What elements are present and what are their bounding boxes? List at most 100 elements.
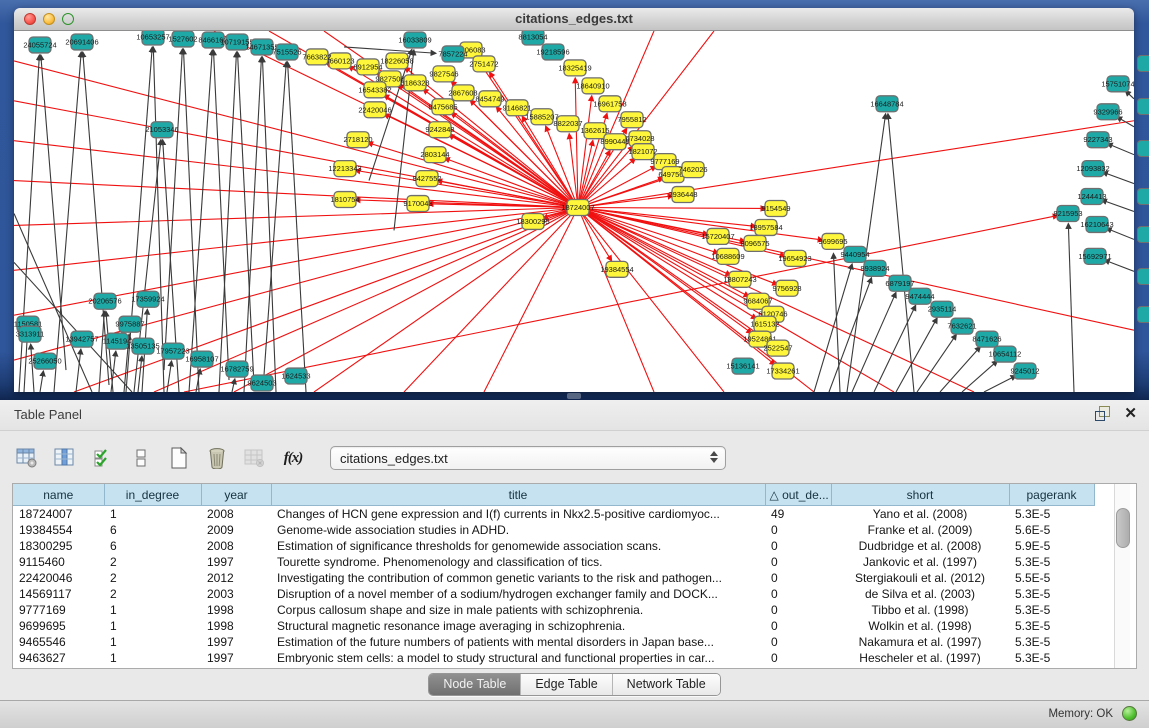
table-row[interactable]: 1830029562008Estimation of significance … bbox=[13, 538, 1094, 554]
network-node[interactable]: 9624503 bbox=[247, 375, 276, 391]
table-row[interactable]: 946554611997Estimation of the future num… bbox=[13, 634, 1094, 650]
close-icon[interactable]: ✕ bbox=[1124, 406, 1137, 421]
network-node[interactable]: 21053346 bbox=[145, 122, 178, 138]
network-node[interactable]: 7632621 bbox=[947, 318, 976, 334]
network-node[interactable]: 2935114 bbox=[928, 301, 957, 317]
delete-table-icon[interactable] bbox=[242, 445, 268, 471]
network-node[interactable]: 9227343 bbox=[1083, 132, 1112, 148]
function-icon[interactable]: f(x) bbox=[280, 445, 306, 471]
table-row[interactable]: 969969511998Structural magnetic resonanc… bbox=[13, 618, 1094, 634]
network-node-highlighted[interactable]: 8427552 bbox=[412, 171, 441, 187]
network-node[interactable]: 17359924 bbox=[131, 291, 164, 307]
network-node[interactable]: 24055724 bbox=[23, 37, 56, 53]
network-node-highlighted[interactable]: 9242848 bbox=[425, 122, 454, 138]
network-node[interactable]: 19218596 bbox=[536, 44, 569, 60]
network-node[interactable]: 1244413 bbox=[1077, 189, 1106, 205]
network-node[interactable]: 7857224 bbox=[438, 46, 467, 62]
column-header-pagerank[interactable]: pagerank bbox=[1009, 484, 1094, 506]
network-node-highlighted[interactable]: 15720407 bbox=[701, 228, 734, 244]
network-node-highlighted[interactable]: 10688609 bbox=[711, 248, 744, 264]
network-node-highlighted[interactable]: 9756928 bbox=[772, 280, 801, 296]
network-canvas[interactable]: 8660123891295418226058982750881863281654… bbox=[14, 31, 1134, 392]
table-row[interactable]: 1872400712008Changes of HCN gene express… bbox=[13, 506, 1094, 523]
select-all-icon[interactable] bbox=[90, 445, 116, 471]
network-node-highlighted[interactable]: 8186328 bbox=[400, 75, 429, 91]
network-node[interactable]: 1527602 bbox=[168, 31, 197, 47]
network-node-highlighted[interactable]: 9699695 bbox=[818, 233, 847, 249]
network-node[interactable]: 8471626 bbox=[972, 331, 1001, 347]
column-header-short[interactable]: short bbox=[831, 484, 1009, 506]
new-file-icon[interactable] bbox=[166, 445, 192, 471]
column-header-year[interactable]: year bbox=[201, 484, 271, 506]
memory-ok-indicator[interactable] bbox=[1122, 706, 1137, 721]
network-node[interactable]: 8938924 bbox=[860, 260, 889, 276]
network-node[interactable]: 8215953 bbox=[1053, 206, 1082, 222]
network-node-highlighted[interactable]: 7955812 bbox=[617, 112, 646, 128]
network-node[interactable]: 1624533 bbox=[281, 368, 310, 384]
network-node[interactable]: 8813054 bbox=[518, 31, 547, 45]
network-node-highlighted[interactable]: 9154549 bbox=[761, 201, 790, 217]
network-node-highlighted[interactable]: 1615132 bbox=[750, 316, 779, 332]
network-node[interactable]: 15751074 bbox=[1101, 76, 1134, 92]
scrollbar-thumb[interactable] bbox=[1116, 508, 1130, 548]
network-node-highlighted[interactable]: 9475685 bbox=[428, 99, 457, 115]
network-node-highlighted[interactable]: 2751472 bbox=[469, 56, 498, 72]
network-node[interactable]: 12093832 bbox=[1076, 161, 1109, 177]
network-node[interactable]: 16033809 bbox=[398, 32, 431, 48]
network-node[interactable]: 3313911 bbox=[16, 326, 45, 342]
network-node-highlighted[interactable]: 7462026 bbox=[678, 162, 707, 178]
network-node-highlighted[interactable]: 8822037 bbox=[553, 116, 582, 132]
table-row[interactable]: 2242004622012Investigating the contribut… bbox=[13, 570, 1094, 586]
table-selector-dropdown[interactable]: citations_edges.txt bbox=[330, 446, 726, 470]
network-node-highlighted[interactable]: 2803144 bbox=[420, 147, 449, 163]
network-node[interactable]: 13505135 bbox=[126, 338, 159, 354]
network-node[interactable]: 9440954 bbox=[840, 246, 869, 262]
network-node-highlighted[interactable]: 8454749 bbox=[475, 91, 504, 107]
splitter-handle[interactable] bbox=[567, 393, 581, 399]
column-header-indegree[interactable]: in_degree bbox=[104, 484, 201, 506]
network-node[interactable]: 10654112 bbox=[989, 346, 1022, 362]
network-node[interactable]: 16648784 bbox=[870, 96, 903, 112]
row-height-icon[interactable] bbox=[128, 445, 154, 471]
table-row[interactable]: 977716911998Corpus callosum shape and si… bbox=[13, 602, 1094, 618]
table-row[interactable]: 1938455462009Genome-wide association stu… bbox=[13, 522, 1094, 538]
network-node-highlighted[interactable]: 8912954 bbox=[353, 59, 382, 75]
table-row[interactable]: 946362711997Embryonic stem cells: a mode… bbox=[13, 650, 1094, 666]
network-node[interactable]: 20691406 bbox=[65, 34, 98, 50]
network-node-highlighted[interactable]: 18640910 bbox=[576, 78, 609, 94]
network-node[interactable]: 7515526 bbox=[272, 44, 301, 60]
delete-trash-icon[interactable] bbox=[204, 445, 230, 471]
tab-node-table[interactable]: Node Table bbox=[429, 674, 520, 695]
network-node[interactable]: 15136141 bbox=[726, 358, 759, 374]
vertical-scrollbar[interactable] bbox=[1114, 484, 1130, 668]
network-node-highlighted[interactable]: 8096575 bbox=[740, 235, 769, 251]
column-header-title[interactable]: title bbox=[271, 484, 765, 506]
table-settings-icon[interactable] bbox=[14, 445, 40, 471]
network-node[interactable]: 9329966 bbox=[1093, 104, 1122, 120]
network-node-highlighted[interactable]: 9170043 bbox=[403, 196, 432, 212]
network-node-highlighted[interactable]: 9827546 bbox=[429, 66, 458, 82]
network-node-highlighted[interactable]: 1810754 bbox=[330, 192, 359, 208]
network-node[interactable]: 16210643 bbox=[1080, 216, 1113, 232]
network-node-highlighted[interactable]: 2718120 bbox=[343, 132, 372, 148]
network-node-highlighted[interactable]: 2936448 bbox=[668, 187, 697, 203]
network-node-highlighted[interactable]: 2867608 bbox=[448, 85, 477, 101]
network-node[interactable]: 9245012 bbox=[1010, 363, 1039, 379]
network-node-highlighted[interactable]: 18957584 bbox=[749, 219, 782, 235]
network-window-titlebar[interactable]: citations_edges.txt bbox=[14, 8, 1134, 31]
network-node[interactable]: 15692971 bbox=[1078, 248, 1111, 264]
tab-network-table[interactable]: Network Table bbox=[612, 674, 720, 695]
network-node-highlighted[interactable]: 16961758 bbox=[593, 96, 626, 112]
network-node[interactable]: 9474444 bbox=[905, 288, 934, 304]
table-row[interactable]: 911546021997Tourette syndrome. Phenomeno… bbox=[13, 554, 1094, 570]
network-node-highlighted[interactable]: 18325419 bbox=[558, 60, 591, 76]
network-node-highlighted[interactable]: 2522547 bbox=[763, 340, 792, 356]
float-panel-icon[interactable] bbox=[1095, 406, 1110, 421]
column-header-name[interactable]: name bbox=[13, 484, 104, 506]
network-node-highlighted[interactable]: 7663822 bbox=[302, 49, 331, 65]
column-header-outde[interactable]: △ out_de... bbox=[765, 484, 831, 506]
edit-columns-icon[interactable] bbox=[52, 445, 78, 471]
network-node-highlighted[interactable]: 18226058 bbox=[380, 53, 413, 69]
network-node[interactable]: 10653257 bbox=[136, 31, 169, 45]
tab-edge-table[interactable]: Edge Table bbox=[520, 674, 611, 695]
